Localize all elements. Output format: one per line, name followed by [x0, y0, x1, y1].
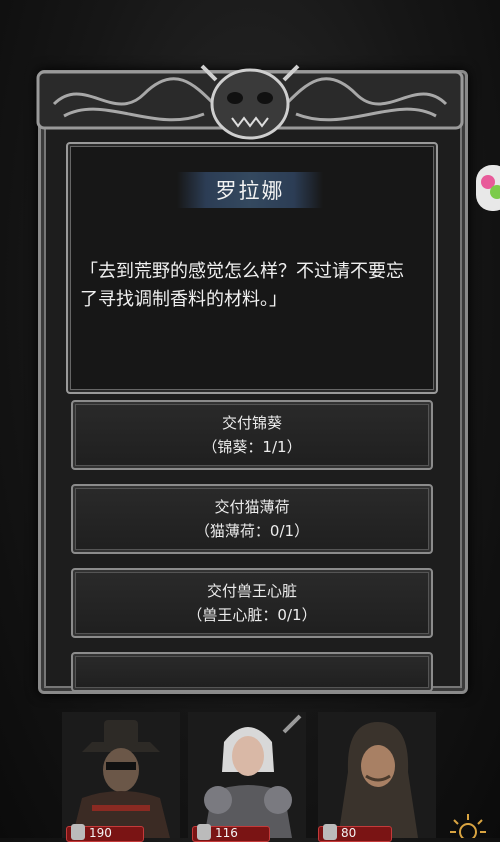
- hp-bar-swordswoman: 116: [192, 824, 270, 842]
- option-title: 交付兽王心脏: [206, 582, 297, 600]
- option-progress: （锦葵：1/1）: [202, 438, 302, 456]
- portrait-swordswoman[interactable]: [188, 712, 306, 838]
- option-title: 交付猫薄荷: [214, 498, 290, 516]
- option-deliver-catnip[interactable]: 交付猫薄荷 （猫薄荷：0/1）: [71, 484, 433, 554]
- chat-bubble-icon[interactable]: [476, 165, 500, 211]
- option-title: 交付锦葵: [221, 414, 282, 432]
- option-progress: （兽王心脏：0/1）: [187, 606, 317, 624]
- option-deliver-beast-heart[interactable]: 交付兽王心脏 （兽王心脏：0/1）: [71, 568, 433, 638]
- option-deliver-mallow[interactable]: 交付锦葵 （锦葵：1/1）: [71, 400, 433, 470]
- dialog-text: 「去到荒野的感觉怎么样？不过请不要忘 了寻找调制香料的材料。」: [80, 258, 420, 314]
- dialog-line-2: 了寻找调制香料的材料。」: [80, 289, 287, 310]
- demon-skull-icon: [36, 64, 464, 140]
- sun-icon[interactable]: [448, 812, 488, 838]
- hp-bar-hunter: 190: [66, 824, 144, 842]
- portrait-hunter[interactable]: [62, 712, 180, 838]
- dialog-line-1: 「去到荒野的感觉怎么样？不过请不要忘: [80, 261, 404, 282]
- speaker-name: 罗拉娜: [177, 172, 323, 208]
- portrait-hooded-rogue[interactable]: [318, 712, 436, 838]
- option-progress: （猫薄荷：0/1）: [194, 522, 310, 540]
- bubble-dot-green: [490, 185, 500, 199]
- hp-bar-rogue: 80: [318, 824, 392, 842]
- option-partial-hidden[interactable]: [71, 652, 433, 692]
